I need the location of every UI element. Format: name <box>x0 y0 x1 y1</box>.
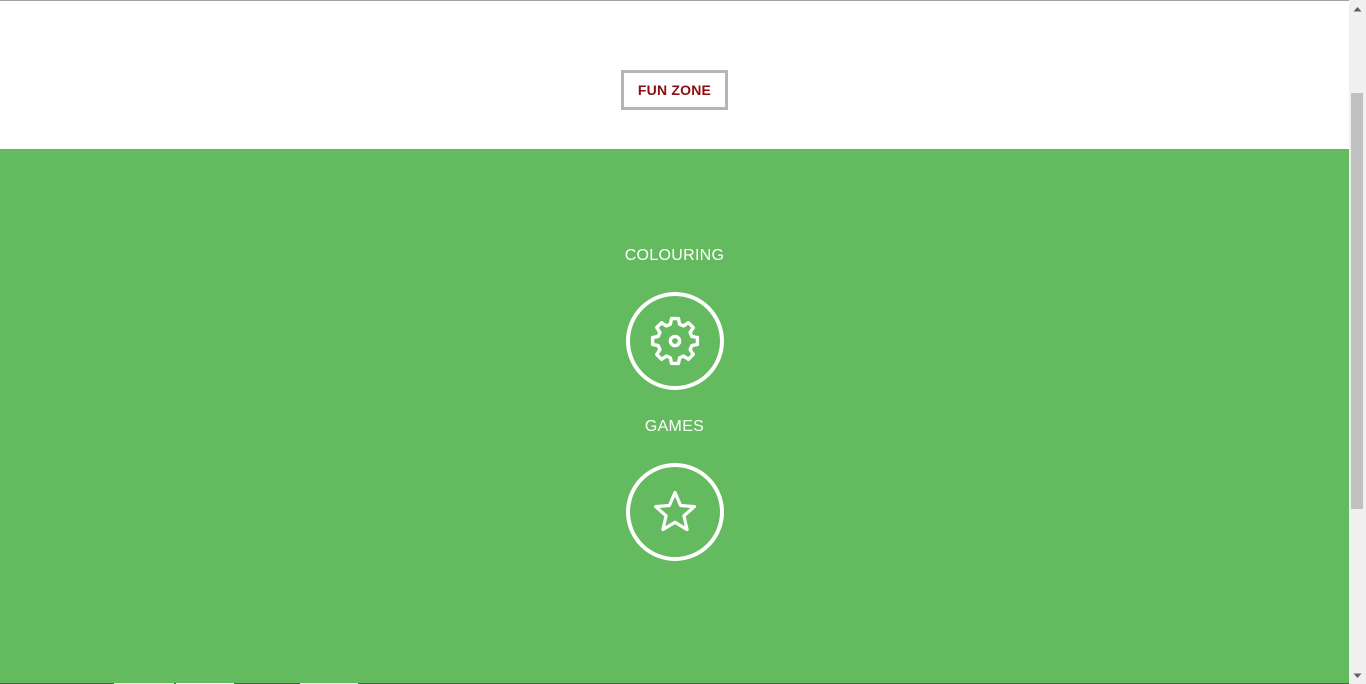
colouring-title: COLOURING <box>624 247 725 264</box>
page-viewport: FUN ZONE COLOURING GAMES <box>0 0 1349 684</box>
vertical-scrollbar[interactable] <box>1349 0 1366 684</box>
fun-zone-section: COLOURING GAMES <box>0 149 1349 684</box>
scrollbar-thumb[interactable] <box>1351 93 1363 509</box>
games-title: GAMES <box>644 418 705 435</box>
fun-zone-button[interactable]: FUN ZONE <box>621 70 728 110</box>
header-section: FUN ZONE <box>0 1 1349 149</box>
scroll-down-arrow-icon[interactable] <box>1349 667 1366 684</box>
star-icon <box>654 490 696 532</box>
scroll-up-arrow-icon[interactable] <box>1349 0 1366 17</box>
gear-icon <box>650 316 700 366</box>
colouring-button[interactable] <box>626 292 724 390</box>
games-button[interactable] <box>626 463 724 561</box>
